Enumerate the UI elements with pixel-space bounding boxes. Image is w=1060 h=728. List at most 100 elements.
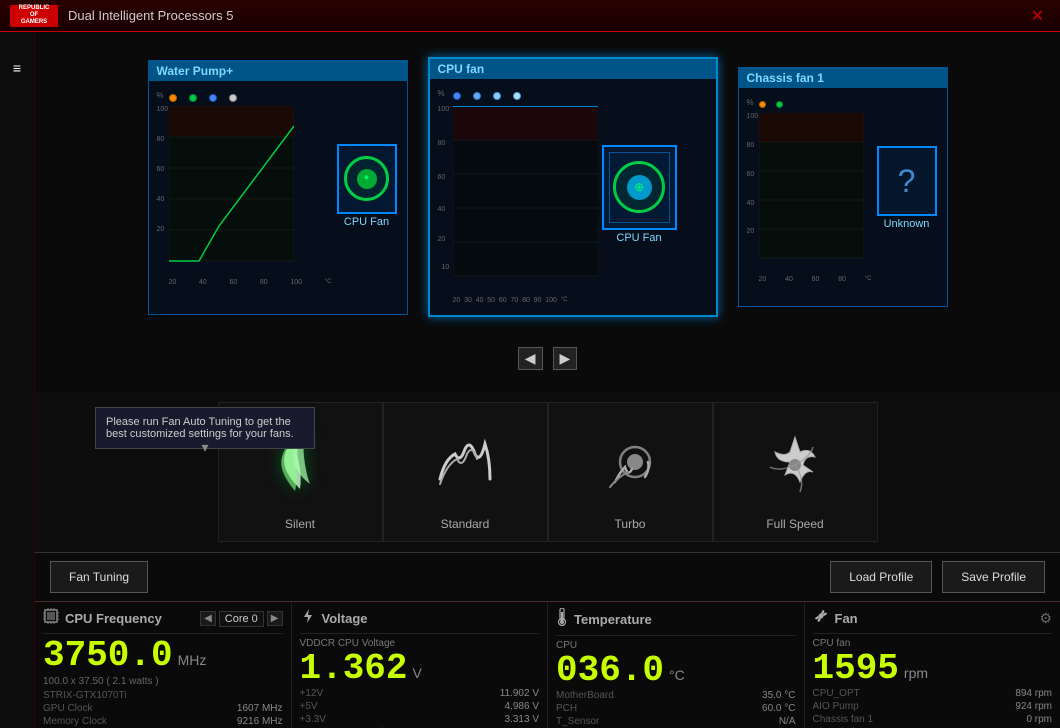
main-layout: ≡ Water Pump+ %: [0, 32, 1060, 728]
water-pump-fan-label: CPU Fan: [344, 216, 389, 228]
mode-turbo-btn[interactable]: Turbo: [548, 402, 713, 542]
fan-row-cpuopt: CPU_OPT 894 rpm: [813, 687, 1053, 700]
temp-info-rows: MotherBoard 35.0 °C PCH 60.0 °C T_Sensor…: [556, 689, 796, 728]
cpu-info-label-1: GPU Clock: [43, 703, 92, 714]
tooltip-message: Please run Fan Auto Tuning to get the be…: [106, 416, 294, 440]
cpu-frequency-value: 3750.0 MHz: [43, 638, 283, 674]
nav-prev-arrow[interactable]: ◀: [518, 347, 543, 370]
cpu-panel-icon: [43, 608, 59, 629]
cpu-info-value-2: 9216 MHz: [237, 716, 283, 727]
close-button[interactable]: ✕: [1025, 4, 1050, 28]
fan-panel-header: Fan ⚙: [813, 608, 1053, 634]
chassis-fan-1-graph-svg: [759, 113, 864, 263]
water-pump-graph-svg: [169, 106, 294, 266]
temp-panel-title: Temperature: [574, 612, 652, 627]
cpu-info-rows: STRIX-GTX1070Ti GPU Clock 1607 MHz Memor…: [43, 689, 283, 728]
voltage-info-rows: +12V 11.902 V +5V 4.986 V +3.3V 3.313 V …: [300, 687, 540, 728]
turbo-mode-label: Turbo: [615, 517, 646, 531]
chassis-fan-1-label: Unknown: [884, 218, 930, 230]
core-label: Core 0: [219, 611, 264, 627]
fan-row-chassis1: Chassis fan 1 0 rpm: [813, 713, 1053, 726]
water-pump-title: Water Pump+: [149, 61, 407, 81]
temperature-panel: Temperature CPU 036.0 °C MotherBoard 35.…: [548, 603, 805, 728]
temp-panel-icon: [556, 608, 568, 631]
chassis-fan-1-content: %: [739, 88, 947, 288]
chassis-fan-1-graph: %: [744, 93, 872, 283]
title-bar: REPUBLICOFGAMERS Dual Intelligent Proces…: [0, 0, 1060, 32]
volt-unit: V: [413, 665, 422, 681]
chassis-fan-1-visual: ? Unknown: [872, 93, 942, 283]
volt-number: 1.362: [300, 651, 408, 687]
fan-rpm-display: 1595 rpm: [813, 651, 1053, 687]
fullspeed-mode-label: Full Speed: [766, 517, 823, 531]
temp-number: 036.0: [556, 653, 664, 689]
cpu-fan-title: CPU fan: [430, 59, 716, 79]
core-nav: ◀ Core 0 ▶: [200, 611, 282, 627]
cpu-freq-number: 3750.0: [43, 638, 173, 674]
fan-tuning-button[interactable]: Fan Tuning: [50, 561, 148, 593]
voltage-value-display: 1.362 V: [300, 651, 540, 687]
volt-row-5v: +5V 4.986 V: [300, 700, 540, 713]
water-pump-graph: %: [154, 86, 332, 286]
menu-icon[interactable]: ≡: [9, 52, 25, 84]
temp-unit: °C: [669, 667, 685, 683]
cpu-info-value-1: 1607 MHz: [237, 703, 283, 714]
core-prev-arrow[interactable]: ◀: [200, 611, 216, 626]
lightning-icon: [300, 608, 316, 624]
cpu-info-row-1: GPU Clock 1607 MHz: [43, 702, 283, 715]
cpu-fan-graph-svg: [453, 106, 598, 281]
standard-mode-label: Standard: [441, 517, 490, 531]
cpu-info-row-0: STRIX-GTX1070Ti: [43, 689, 283, 702]
sidebar: ≡: [0, 32, 35, 728]
bottom-toolbar: Fan Tuning Load Profile Save Profile: [35, 552, 1060, 602]
cpu-chip-icon: [43, 608, 59, 624]
mode-standard-btn[interactable]: Standard: [383, 402, 548, 542]
cpu-fan-label: CPU Fan: [616, 232, 661, 244]
load-profile-button[interactable]: Load Profile: [830, 561, 932, 593]
voltage-panel-title: Voltage: [322, 611, 368, 626]
standard-mode-icon: [425, 419, 505, 499]
cpu-fan-graph: %: [435, 84, 568, 304]
cpu-info-label-0: STRIX-GTX1070Ti: [43, 690, 127, 701]
water-pump-card[interactable]: Water Pump+ %: [148, 60, 408, 315]
core-next-arrow[interactable]: ▶: [267, 611, 283, 626]
cpu-info-label-2: Memory Clock: [43, 716, 107, 727]
app-title: Dual Intelligent Processors 5: [68, 8, 1025, 23]
thermometer-icon: [556, 608, 568, 626]
content-area: Water Pump+ %: [35, 32, 1060, 728]
mode-fullspeed-btn[interactable]: Full Speed: [713, 402, 878, 542]
turbo-mode-icon: [590, 427, 670, 507]
fan-panel-title: Fan: [835, 611, 858, 626]
fan-section: Water Pump+ %: [35, 32, 1060, 392]
save-profile-button[interactable]: Save Profile: [942, 561, 1045, 593]
chassis-fan-1-card[interactable]: Chassis fan 1 %: [738, 67, 948, 307]
fan-panel-icon: [813, 608, 829, 629]
rog-logo: REPUBLICOFGAMERS: [10, 5, 58, 27]
cpu-info-row-2: Memory Clock 9216 MHz: [43, 715, 283, 728]
fan-info-rows: CPU_OPT 894 rpm AIO Pump 924 rpm Chassis…: [813, 687, 1053, 728]
nav-next-arrow[interactable]: ▶: [553, 347, 578, 370]
temp-value-display: 036.0 °C: [556, 653, 796, 689]
gear-icon[interactable]: ⚙: [1039, 610, 1052, 627]
cpu-panel-header: CPU Frequency ◀ Core 0 ▶: [43, 608, 283, 634]
water-pump-content: %: [149, 81, 407, 291]
silent-mode-label: Silent: [285, 517, 315, 531]
voltage-panel-header: Voltage: [300, 608, 540, 634]
fan-status-icon: [813, 608, 829, 624]
fan-panel: Fan ⚙ CPU fan 1595 rpm CPU_OPT 894 rpm A…: [805, 603, 1060, 728]
voltage-panel: Voltage VDDCR CPU Voltage 1.362 V +12V 1…: [292, 603, 549, 728]
status-bar: CPU Frequency ◀ Core 0 ▶ 3750.0 MHz 100.…: [35, 602, 1060, 728]
temp-row-pch: PCH 60.0 °C: [556, 702, 796, 715]
cpu-freq-unit: MHz: [178, 652, 207, 668]
temp-panel-header: Temperature: [556, 608, 796, 636]
mode-section: Please run Fan Auto Tuning to get the be…: [35, 392, 1060, 552]
cpu-fan-card[interactable]: CPU fan %: [428, 57, 718, 317]
cpu-fan-content: %: [430, 79, 716, 309]
tooltip-arrow[interactable]: ▾: [201, 439, 208, 456]
water-pump-fan-visual: ✦ CPU Fan: [332, 86, 402, 286]
fan-row-aiopump: AIO Pump 924 rpm: [813, 700, 1053, 713]
cpu-sub-values: 100.0 x 37.50 ( 2.1 watts ): [43, 676, 283, 687]
temp-row-tsensor: T_Sensor N/A: [556, 715, 796, 728]
volt-row-33v: +3.3V 3.313 V: [300, 713, 540, 726]
cpu-frequency-panel: CPU Frequency ◀ Core 0 ▶ 3750.0 MHz 100.…: [35, 603, 292, 728]
